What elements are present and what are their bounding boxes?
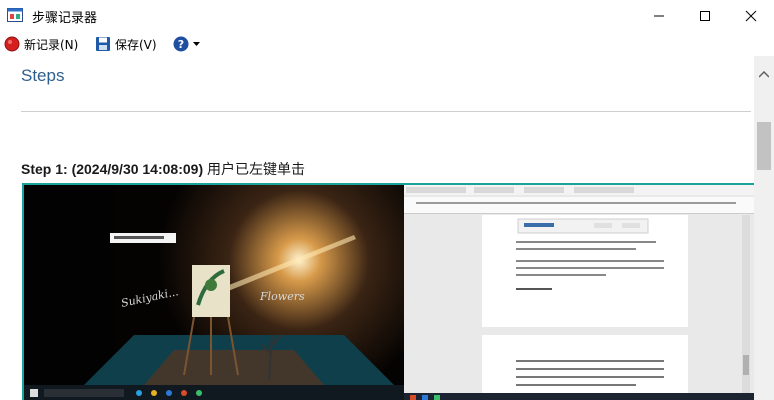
title-bar: 步骤记录器 [0, 0, 774, 32]
help-dropdown-button[interactable]: ? [173, 34, 201, 54]
steps-heading: Steps [21, 66, 65, 85]
save-label: 保存(V) [115, 37, 157, 52]
screenshot-image: Sukiyaki... Flowers [24, 185, 754, 400]
heading-divider [21, 111, 751, 112]
step-screenshot[interactable]: Sukiyaki... Flowers [22, 183, 754, 400]
help-icon: ? [173, 36, 189, 52]
svg-text:Flowers: Flowers [259, 290, 305, 303]
steps-content: Steps Step 1: (2024/9/30 14:08:09) 用户已左键… [0, 56, 754, 400]
svg-text:?: ? [178, 38, 184, 51]
new-record-label: 新记录(N) [24, 37, 79, 52]
step-prefix: Step 1: (2024/9/30 14:08:09) [21, 161, 204, 177]
maximize-icon [700, 10, 710, 21]
maximize-button[interactable] [682, 0, 728, 31]
scroll-up-arrow-icon[interactable] [759, 71, 769, 78]
new-record-button[interactable]: 新记录(N) [4, 34, 78, 54]
close-button[interactable] [728, 0, 774, 31]
save-icon [96, 37, 110, 51]
chevron-down-icon [193, 42, 200, 46]
steps-recorder-app-icon [7, 8, 23, 22]
minimize-icon [654, 15, 664, 16]
close-icon [745, 10, 757, 21]
step-title: Step 1: (2024/9/30 14:08:09) 用户已左键单击 [21, 159, 305, 179]
save-button[interactable]: 保存(V) [95, 34, 157, 54]
record-icon [4, 36, 20, 52]
toolbar: 新记录(N) 保存(V) ? [0, 31, 774, 56]
minimize-button[interactable] [636, 0, 682, 31]
window-title: 步骤记录器 [32, 11, 98, 26]
vertical-scrollbar[interactable] [754, 56, 774, 400]
step-action: 用户已左键单击 [203, 161, 305, 177]
scrollbar-thumb[interactable] [757, 122, 771, 170]
